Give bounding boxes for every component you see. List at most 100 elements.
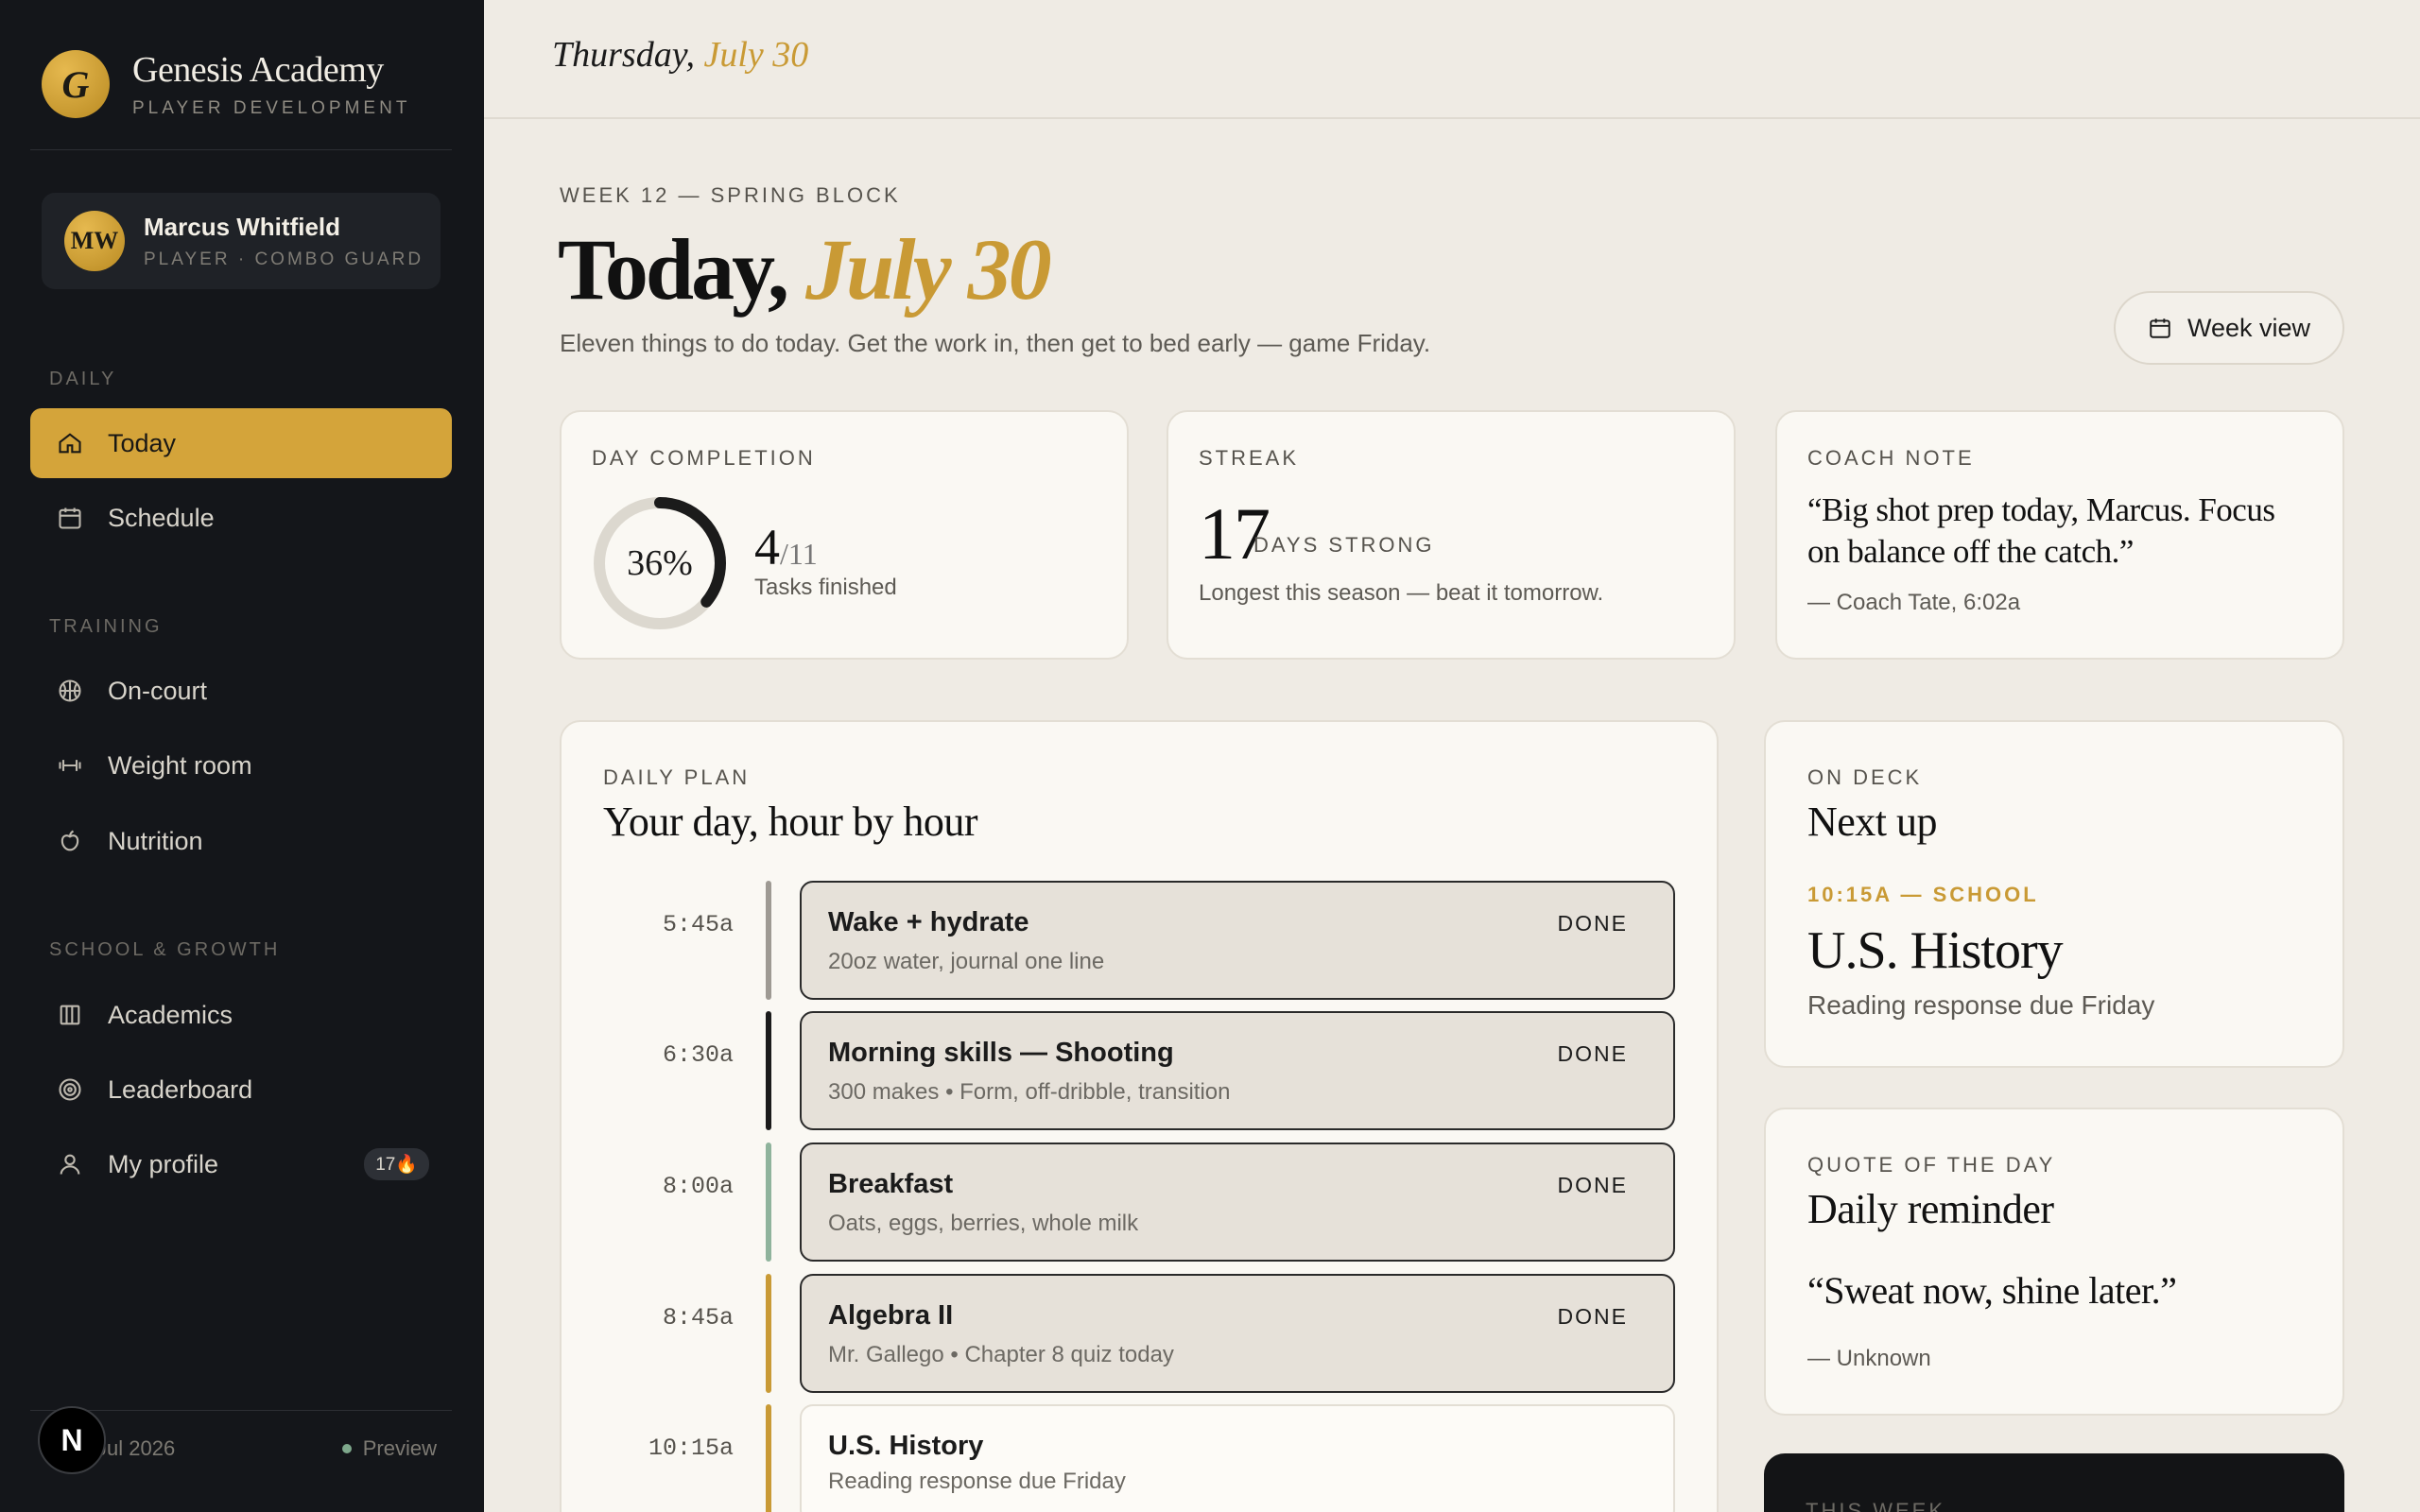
next-time: 10:15A — SCHOOL [1807,883,2039,906]
user-role: PLAYER · COMBO GUARD [144,249,424,269]
quote-of-day-card: QUOTE OF THE DAY Daily reminder “Sweat n… [1764,1108,2344,1416]
row-time: 6:30a [662,1041,734,1069]
task-title: U.S. History [828,1431,984,1461]
daily-plan-card: DAILY PLAN Your day, hour by hour 5:45a … [560,720,1719,1512]
apple-icon [55,826,85,856]
card-label: QUOTE OF THE DAY [1807,1153,2056,1177]
book-icon [55,1000,85,1030]
sidebar-item-label: Today [108,428,177,457]
plan-row: 6:30a Morning skills — Shooting 300 make… [562,1011,1720,1130]
task-detail: Oats, eggs, berries, whole milk [828,1211,1139,1236]
row-color-bar [766,1274,771,1393]
section-label-school: SCHOOL & GROWTH [49,939,281,960]
coach-quote: “Big shot prep today, Marcus. Focus on b… [1807,491,2275,570]
sidebar-item-schedule[interactable]: Schedule [30,483,452,553]
task-detail: Reading response due Friday [828,1469,1126,1494]
tasks-fraction: 4/11 [754,518,818,576]
user-card[interactable]: MW Marcus Whitfield PLAYER · COMBO GUARD [42,193,441,289]
week-label: WEEK 12 — SPRING BLOCK [560,183,901,207]
sidebar-item-label: Nutrition [108,826,203,855]
plan-title: Your day, hour by hour [603,799,978,845]
topbar-day: July 30 [703,35,809,75]
brand-logo: G [42,50,110,118]
task-detail: 20oz water, journal one line [828,949,1105,974]
topbar-date: Thursday, July 30 [552,34,808,76]
sidebar-item-label: Academics [108,1000,233,1029]
row-color-bar [766,881,771,1000]
sidebar-item-leaderboard[interactable]: Leaderboard [30,1055,452,1125]
card-label: DAY COMPLETION [592,446,816,470]
target-icon [55,1074,85,1105]
tasks-total: /11 [780,537,818,571]
sidebar-item-weight-room[interactable]: Weight room [30,730,452,800]
section-label-daily: DAILY [49,369,117,389]
task-title: Algebra II [828,1300,954,1331]
page-subtitle: Eleven things to do today. Get the work … [560,329,1431,357]
card-label: THIS WEEK [1806,1499,1946,1512]
sidebar: G Genesis Academy PLAYER DEVELOPMENT MW … [0,0,484,1512]
card-title: Daily reminder [1807,1186,2054,1232]
sidebar-item-nutrition[interactable]: Nutrition [30,806,452,876]
task-title: Morning skills — Shooting [828,1038,1174,1068]
page-title: Today, July 30 [558,219,1052,319]
row-time: 8:00a [662,1173,734,1200]
week-view-button[interactable]: Week view [2114,291,2344,365]
coach-author: — Coach Tate, 6:02a [1807,590,2021,615]
sidebar-item-my-profile[interactable]: My profile 17🔥 [30,1129,452,1199]
row-time: 8:45a [662,1304,734,1332]
task-item[interactable]: Algebra II Mr. Gallego • Chapter 8 quiz … [800,1274,1675,1393]
task-item[interactable]: Morning skills — Shooting 300 makes • Fo… [800,1011,1675,1130]
task-item[interactable]: Breakfast Oats, eggs, berries, whole mil… [800,1143,1675,1262]
card-label: DAILY PLAN [603,765,751,789]
preview-label: Preview [362,1436,437,1460]
brand-subtitle: PLAYER DEVELOPMENT [132,98,411,118]
this-week-card[interactable]: THIS WEEK [1764,1453,2344,1512]
tasks-caption: Tasks finished [754,575,897,600]
day-completion-card: DAY COMPLETION 36% 4/11 Tasks finished [560,410,1129,660]
task-status[interactable]: DONE [1558,911,1628,936]
preview-indicator[interactable]: Preview [341,1436,437,1461]
streak-badge: 17🔥 [364,1148,429,1180]
plan-row: 10:15a U.S. History Reading response due… [562,1404,1720,1512]
sidebar-item-label: Schedule [108,503,215,532]
sidebar-item-academics[interactable]: Academics [30,980,452,1050]
sidebar-item-label: On-court [108,676,208,705]
week-view-label: Week view [2187,313,2311,342]
task-status[interactable]: DONE [1558,1041,1628,1067]
row-color-bar [766,1404,771,1512]
avatar: MW [64,211,125,271]
task-item[interactable]: U.S. History Reading response due Friday [800,1404,1675,1512]
daily-quote: “Sweat now, shine later.” [1807,1269,2177,1312]
user-name: Marcus Whitfield [144,212,341,241]
plan-row: 5:45a Wake + hydrate 20oz water, journal… [562,881,1720,1000]
title-date: July 30 [805,221,1052,318]
dumbbell-icon [55,750,85,781]
calendar-icon [55,503,85,533]
divider [30,149,452,150]
card-label: STREAK [1199,446,1300,470]
task-title: Breakfast [828,1169,954,1199]
on-deck-card[interactable]: ON DECK Next up 10:15A — SCHOOL U.S. His… [1764,720,2344,1068]
section-label-training: TRAINING [49,616,163,637]
task-status[interactable]: DONE [1558,1304,1628,1330]
home-icon [55,428,85,458]
streak-unit: DAYS STRONG [1253,533,1435,557]
task-detail: 300 makes • Form, off-dribble, transitio… [828,1079,1231,1105]
quote-author: — Unknown [1807,1346,1931,1371]
plan-row: 8:45a Algebra II Mr. Gallego • Chapter 8… [562,1274,1720,1393]
brand[interactable]: G Genesis Academy PLAYER DEVELOPMENT [42,49,410,119]
n-button[interactable]: N [38,1406,106,1474]
plan-row: 8:00a Breakfast Oats, eggs, berries, who… [562,1143,1720,1262]
status-dot [341,1444,352,1453]
topbar: Thursday, July 30 [484,0,2420,119]
sidebar-item-label: My profile [108,1149,219,1178]
sidebar-item-label: Weight room [108,750,252,780]
task-status[interactable]: DONE [1558,1173,1628,1198]
task-item[interactable]: Wake + hydrate 20oz water, journal one l… [800,881,1675,1000]
completion-percent: 36% [627,543,693,583]
sidebar-item-on-court[interactable]: On-court [30,656,452,726]
row-time: 5:45a [662,911,734,938]
sidebar-item-today[interactable]: Today [30,408,452,478]
task-detail: Mr. Gallego • Chapter 8 quiz today [828,1342,1174,1367]
title-prefix: Today, [558,221,789,318]
